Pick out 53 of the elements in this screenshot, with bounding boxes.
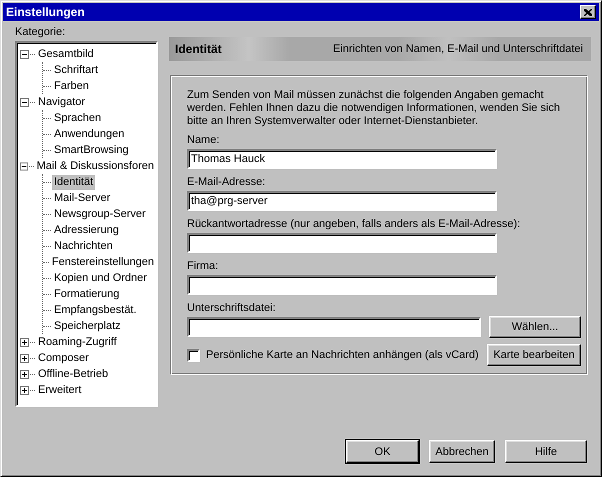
tree-item[interactable]: Fenstereinstellungen xyxy=(50,254,156,270)
tree-item[interactable]: Nachrichten xyxy=(52,238,115,254)
tree-item[interactable]: Mail & Diskussionsforen xyxy=(34,158,156,174)
collapse-icon[interactable] xyxy=(20,50,29,58)
collapse-icon[interactable] xyxy=(20,98,29,106)
close-icon xyxy=(584,8,592,16)
expand-icon[interactable] xyxy=(20,370,29,378)
close-button[interactable] xyxy=(580,5,596,19)
tree-item[interactable]: Sprachen xyxy=(52,110,104,126)
section-title: Identität xyxy=(175,42,222,56)
section-description: Einrichten von Namen, E-Mail und Unterschriftdatei xyxy=(332,43,583,55)
tree-item[interactable]: Adressierung xyxy=(52,222,121,238)
tree-item[interactable]: Newsgroup-Server xyxy=(52,206,148,222)
dialog-button[interactable]: Hilfe xyxy=(505,440,587,463)
intro-text: Zum Senden von Mail müssen zunächst die folgenden Angaben gemacht werden. Fehlen Ihnen dazu die notwendigen Informationen, wenden Sie sich bitte an Ihren Systemverwalter oder Internet-Dienstanbieter. xyxy=(187,89,562,128)
field-label: Unterschriftsdatei: xyxy=(187,301,276,316)
checkbox-label: Persönliche Karte an Nachrichten anhängen (als vCard) xyxy=(206,349,479,361)
category-label: Kategorie: xyxy=(15,25,66,40)
field-label: Firma: xyxy=(187,259,218,274)
input-field[interactable] xyxy=(187,275,497,295)
tree-item[interactable]: Identität xyxy=(52,174,96,190)
tree-item[interactable]: Composer xyxy=(36,350,91,366)
tree-item[interactable]: Roaming-Zugriff xyxy=(36,334,119,350)
expand-icon[interactable] xyxy=(20,354,29,362)
tree-item[interactable]: Erweitert xyxy=(36,382,84,398)
field-label: Rückantwortadresse (nur angeben, falls anders als E-Mail-Adresse): xyxy=(187,217,520,232)
tree-item[interactable]: Farben xyxy=(52,78,91,94)
field-label: E-Mail-Adresse: xyxy=(187,175,266,190)
tree-item[interactable]: Kopien und Ordner xyxy=(52,270,149,286)
tree-item[interactable]: Offline-Betrieb xyxy=(36,366,110,382)
tree-item[interactable]: Anwendungen xyxy=(52,126,126,142)
tree-item[interactable]: SmartBrowsing xyxy=(52,142,131,158)
input-field[interactable] xyxy=(187,317,481,337)
dialog-button[interactable]: OK xyxy=(346,440,419,463)
collapse-icon[interactable] xyxy=(20,162,28,170)
tree-item[interactable]: Empfangsbestät. xyxy=(52,302,139,318)
tree-item[interactable]: Schriftart xyxy=(52,62,100,78)
expand-icon[interactable] xyxy=(20,338,29,346)
dialog-button[interactable]: Abbrechen xyxy=(429,440,495,463)
tree-item[interactable]: Navigator xyxy=(36,94,88,110)
expand-icon[interactable] xyxy=(20,386,29,394)
browse-button[interactable]: Wählen... xyxy=(489,316,581,338)
window-title: Einstellungen xyxy=(6,5,85,19)
tree-item[interactable]: Formatierung xyxy=(52,286,122,302)
input-field[interactable] xyxy=(187,233,497,253)
edit-card-button[interactable]: Karte bearbeiten xyxy=(487,344,581,366)
input-field[interactable]: tha@prg-server xyxy=(187,191,497,211)
field-label: Name: xyxy=(187,133,220,148)
tree-item[interactable]: Speicherplatz xyxy=(52,318,123,334)
tree-item[interactable]: Gesamtbild xyxy=(36,46,96,62)
tree-item[interactable]: Mail-Server xyxy=(52,190,112,206)
input-field[interactable]: Thomas Hauck xyxy=(187,149,497,169)
checkbox[interactable] xyxy=(187,348,200,362)
